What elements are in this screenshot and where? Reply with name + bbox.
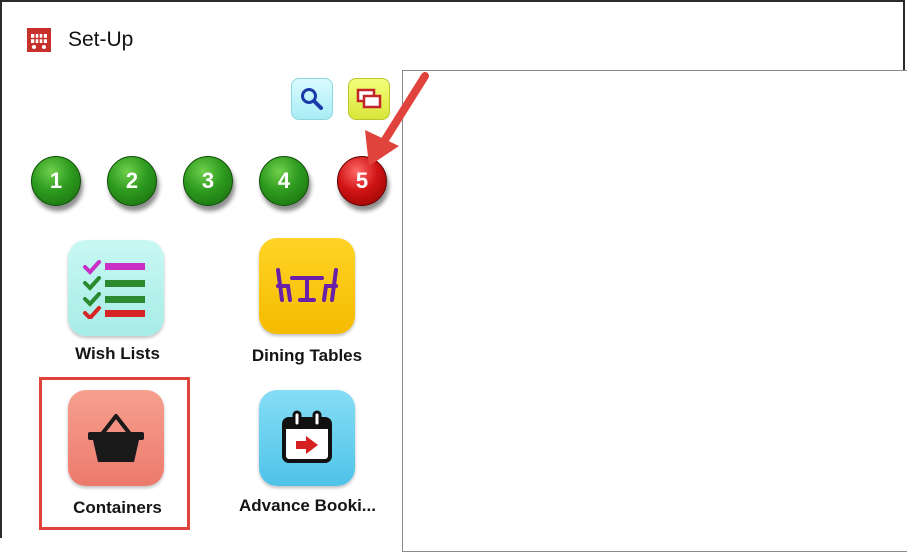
content-panel <box>402 70 907 552</box>
step-label: 1 <box>49 168 63 193</box>
step-label: 3 <box>201 168 215 193</box>
basket-icon <box>88 414 144 462</box>
advance-booking-label: Advance Booki... <box>239 496 376 515</box>
step-button-4[interactable]: 4 <box>259 156 309 206</box>
containers-tile-icon-box <box>68 390 164 486</box>
step-label: 4 <box>277 168 291 193</box>
magnifier-icon <box>301 88 323 110</box>
tile-advance-booking[interactable]: Advance Booki... <box>225 390 390 525</box>
step-button-3[interactable]: 3 <box>183 156 233 206</box>
shopping-cart-icon <box>27 28 51 52</box>
title-bar: Set-Up <box>2 2 903 72</box>
calendar-arrow-icon <box>282 410 332 463</box>
advance-booking-tile-icon-box <box>259 390 355 486</box>
step-label: 2 <box>125 168 139 193</box>
tile-containers[interactable]: Containers <box>55 390 180 525</box>
dining-table-icon <box>276 268 338 302</box>
dining-tables-tile-icon-box <box>259 238 355 334</box>
tile-wish-lists[interactable]: Wish Lists <box>55 238 180 373</box>
step-button-2[interactable]: 2 <box>107 156 157 206</box>
annotation-arrow <box>365 72 429 166</box>
search-button[interactable] <box>291 78 333 120</box>
dining-tables-label: Dining Tables <box>251 346 363 365</box>
tile-dining-tables[interactable]: Dining Tables <box>237 238 377 373</box>
checklist-icon <box>83 260 145 319</box>
wish-lists-label: Wish Lists <box>75 344 160 363</box>
containers-label: Containers <box>73 498 162 517</box>
wish-lists-tile-icon-box <box>68 240 164 336</box>
step-button-1[interactable]: 1 <box>31 156 81 206</box>
window-title: Set-Up <box>68 28 134 51</box>
